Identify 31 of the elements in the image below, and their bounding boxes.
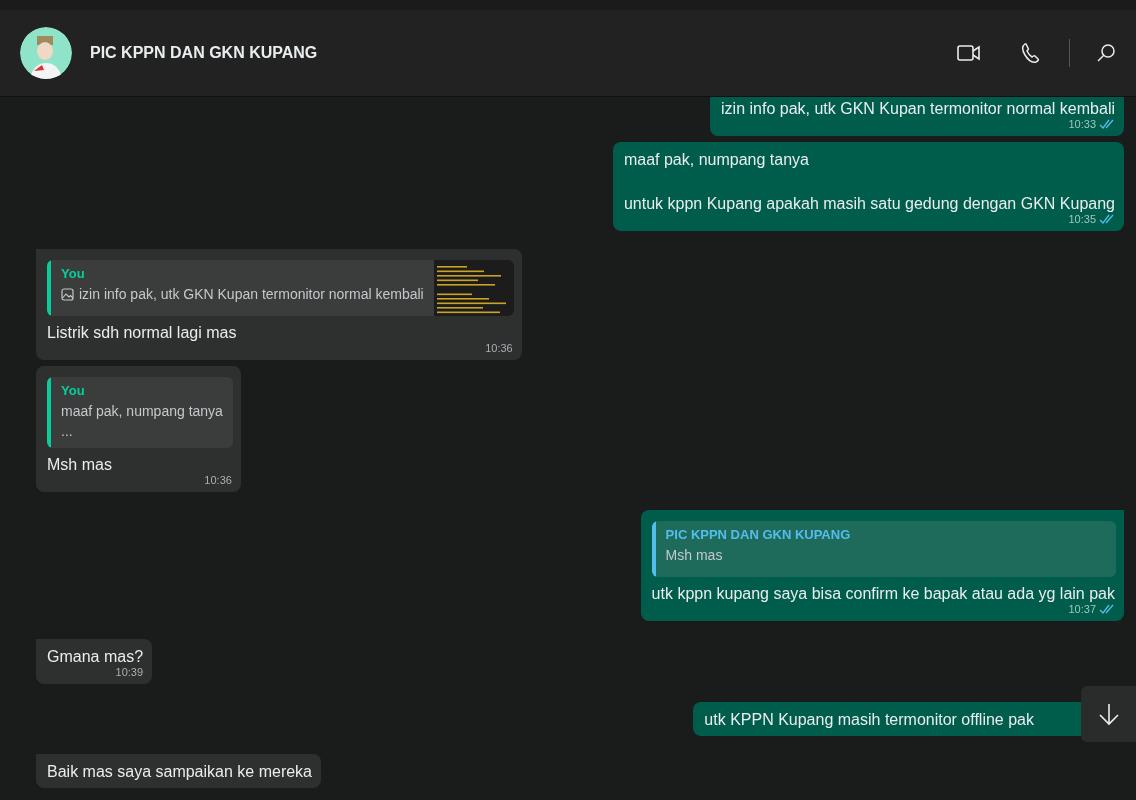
message-time: 10:36 xyxy=(485,342,513,354)
message-text: Gmana mas? xyxy=(47,647,144,667)
message-time: 10:36 xyxy=(204,474,232,486)
message-time: 10:35 xyxy=(1068,213,1096,225)
message-time: 10:33 xyxy=(1068,118,1096,130)
message-text: Msh mas xyxy=(47,455,113,475)
message-text: Listrik sdh normal lagi mas xyxy=(47,323,238,343)
search-icon[interactable] xyxy=(1096,43,1116,63)
image-icon xyxy=(61,287,74,301)
scroll-down-button[interactable] xyxy=(1081,686,1136,742)
message-time: 10:39 xyxy=(115,666,144,678)
quoted-text: izin info pak, utk GKN Kupan termonitor normal kembali xyxy=(61,284,424,304)
quoted-author: PIC KPPN DAN GKN KUPANG xyxy=(665,527,852,542)
message-text: izin info pak, utk GKN Kupan termonitor normal kembali xyxy=(721,99,1115,119)
message-text: Baik mas saya sampaikan ke mereka xyxy=(47,762,312,782)
message-text: utk kppn kupang saya bisa confirm ke bapak atau ada yg lain pak xyxy=(651,584,1115,604)
quoted-message[interactable]: PIC KPPN DAN GKN KUPANG Msh mas xyxy=(651,521,1116,577)
quoted-message[interactable]: You izin info pak, utk GKN Kupan termonitor normal kembali xyxy=(47,260,514,316)
chat-title: PIC KPPN DAN GKN KUPANG xyxy=(90,44,319,62)
quoted-text: Msh mas xyxy=(665,546,724,565)
quoted-message[interactable]: You maaf pak, numpang tanya ... xyxy=(47,377,233,448)
arrow-down-icon xyxy=(1097,702,1120,726)
quoted-author: You xyxy=(61,383,86,398)
avatar[interactable] xyxy=(20,27,72,79)
message-time: 10:37 xyxy=(1068,603,1096,615)
quoted-author: You xyxy=(61,266,86,281)
message-text: maaf pak, numpang tanya untuk kppn Kupang apakah masih satu gedung dengan GKN Kupang xyxy=(623,150,1115,214)
phone-icon[interactable] xyxy=(1021,42,1041,64)
quoted-text: maaf pak, numpang tanya ... xyxy=(61,402,223,441)
video-call-icon[interactable] xyxy=(957,44,981,62)
message-text: utk KPPN Kupang masih termonitor offline pak xyxy=(704,710,1034,730)
